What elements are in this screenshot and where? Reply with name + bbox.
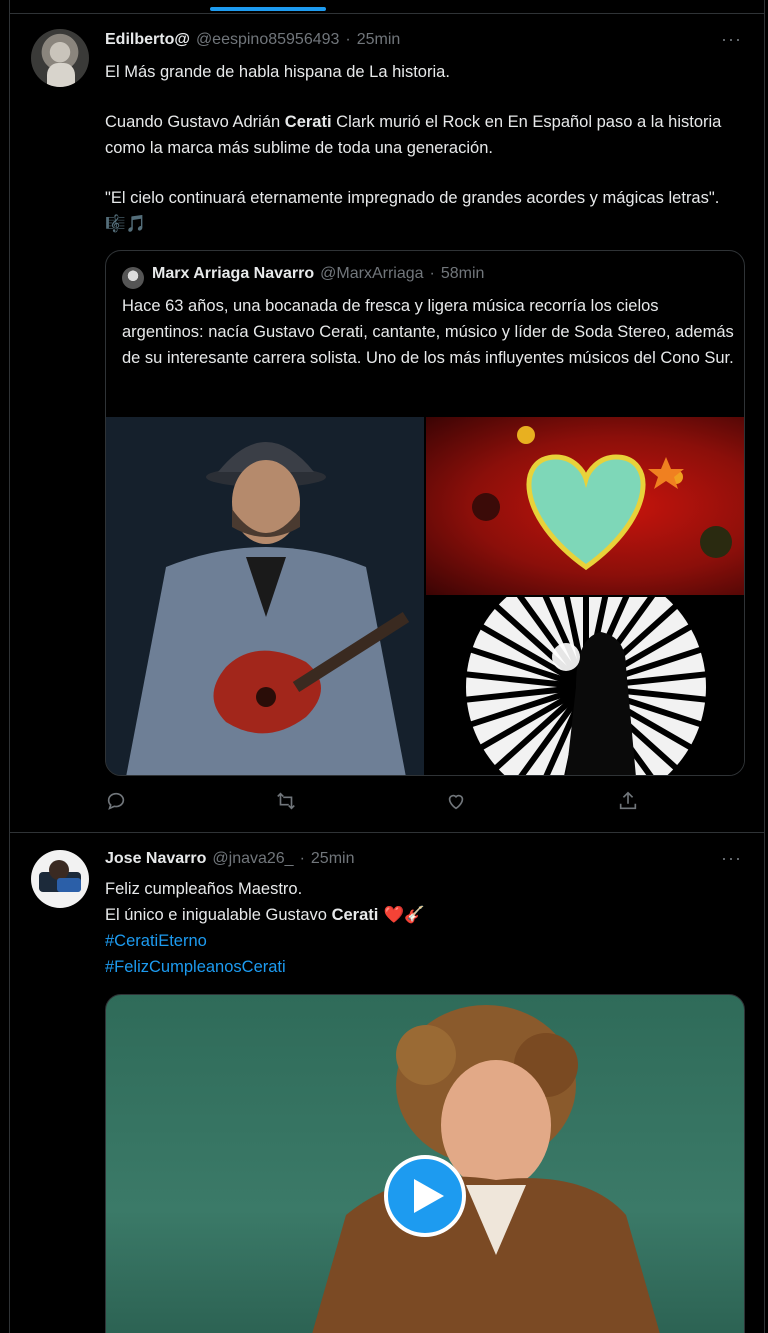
active-tab-indicator — [210, 7, 326, 11]
author-handle[interactable]: @jnava26_ — [212, 850, 293, 868]
separator: · — [429, 265, 435, 282]
highlighted-keyword: Cerati — [331, 906, 379, 924]
text-span: Cuando Gustavo Adrián — [105, 113, 285, 131]
tweet[interactable]: Edilberto@ @eespino85956493 · 25min ··· … — [10, 15, 764, 833]
tweet-header: Jose Navarro @jnava26_ · 25min — [105, 850, 354, 872]
heart-guitar-emoji: ❤️🎸 — [378, 905, 425, 924]
reply-icon[interactable] — [105, 790, 131, 816]
tweet-text: Feliz cumpleaños Maestro. El único e ini… — [105, 876, 755, 980]
quoted-author-name: Marx Arriaga Navarro — [152, 265, 315, 282]
photo-glass-heart[interactable] — [426, 417, 744, 595]
tweet[interactable]: Jose Navarro @jnava26_ · 25min ··· Feliz… — [10, 834, 764, 1333]
avatar[interactable] — [31, 29, 89, 87]
play-icon[interactable] — [384, 1155, 466, 1237]
more-options-icon[interactable]: ··· — [721, 848, 742, 869]
text-span: El único e inigualable Gustavo — [105, 906, 332, 924]
photo-guitarist[interactable] — [106, 417, 424, 775]
tweet-actions — [105, 790, 665, 816]
hashtag-link[interactable]: #FelizCumpleanosCerati — [105, 954, 755, 980]
share-icon[interactable] — [617, 790, 643, 816]
tweet-header: Edilberto@ @eespino85956493 · 25min — [105, 31, 400, 53]
video-player[interactable] — [105, 994, 745, 1333]
quoted-header: Marx Arriaga Navarro @MarxArriaga · 58mi… — [152, 265, 484, 283]
author-name[interactable]: Edilberto@ — [105, 31, 190, 49]
quoted-avatar — [122, 267, 144, 289]
like-icon[interactable] — [445, 790, 471, 816]
separator: · — [345, 31, 351, 48]
highlighted-keyword: Cerati — [284, 113, 332, 131]
text-span: "El cielo continuará eternamente impregn… — [105, 189, 720, 207]
separator: · — [299, 850, 305, 867]
quoted-author-handle: @MarxArriaga — [320, 265, 424, 282]
media-grid — [106, 417, 744, 775]
quoted-timestamp: 58min — [440, 265, 485, 282]
tweet-text: El Más grande de habla hispana de La his… — [105, 59, 755, 237]
timestamp[interactable]: 25min — [357, 31, 401, 49]
tweet-text-line: El Más grande de habla hispana de La his… — [105, 63, 450, 81]
author-name[interactable]: Jose Navarro — [105, 850, 206, 868]
photo-spiral-silhouette[interactable] — [426, 597, 744, 775]
tweet-text-paragraph: "El cielo continuará eternamente impregn… — [105, 185, 755, 237]
hashtag-link[interactable]: #CeratiEterno — [105, 928, 755, 954]
timeline: Edilberto@ @eespino85956493 · 25min ··· … — [9, 0, 765, 1333]
retweet-icon[interactable] — [275, 790, 301, 816]
timestamp[interactable]: 25min — [311, 850, 355, 868]
music-emoji: 🎼🎵 — [105, 214, 147, 233]
timeline-tabs-strip — [10, 0, 764, 14]
tweet-text-line: Feliz cumpleaños Maestro. — [105, 880, 303, 898]
author-handle[interactable]: @eespino85956493 — [196, 31, 339, 49]
more-options-icon[interactable]: ··· — [721, 29, 742, 50]
tweet-text-paragraph: Cuando Gustavo Adrián Cerati Clark murió… — [105, 109, 755, 161]
quoted-tweet[interactable]: Marx Arriaga Navarro @MarxArriaga · 58mi… — [105, 250, 745, 776]
quoted-text: Hace 63 años, una bocanada de fresca y l… — [122, 297, 734, 367]
avatar[interactable] — [31, 850, 89, 908]
tweet-text-line: El único e inigualable Gustavo Cerati ❤️… — [105, 902, 755, 928]
